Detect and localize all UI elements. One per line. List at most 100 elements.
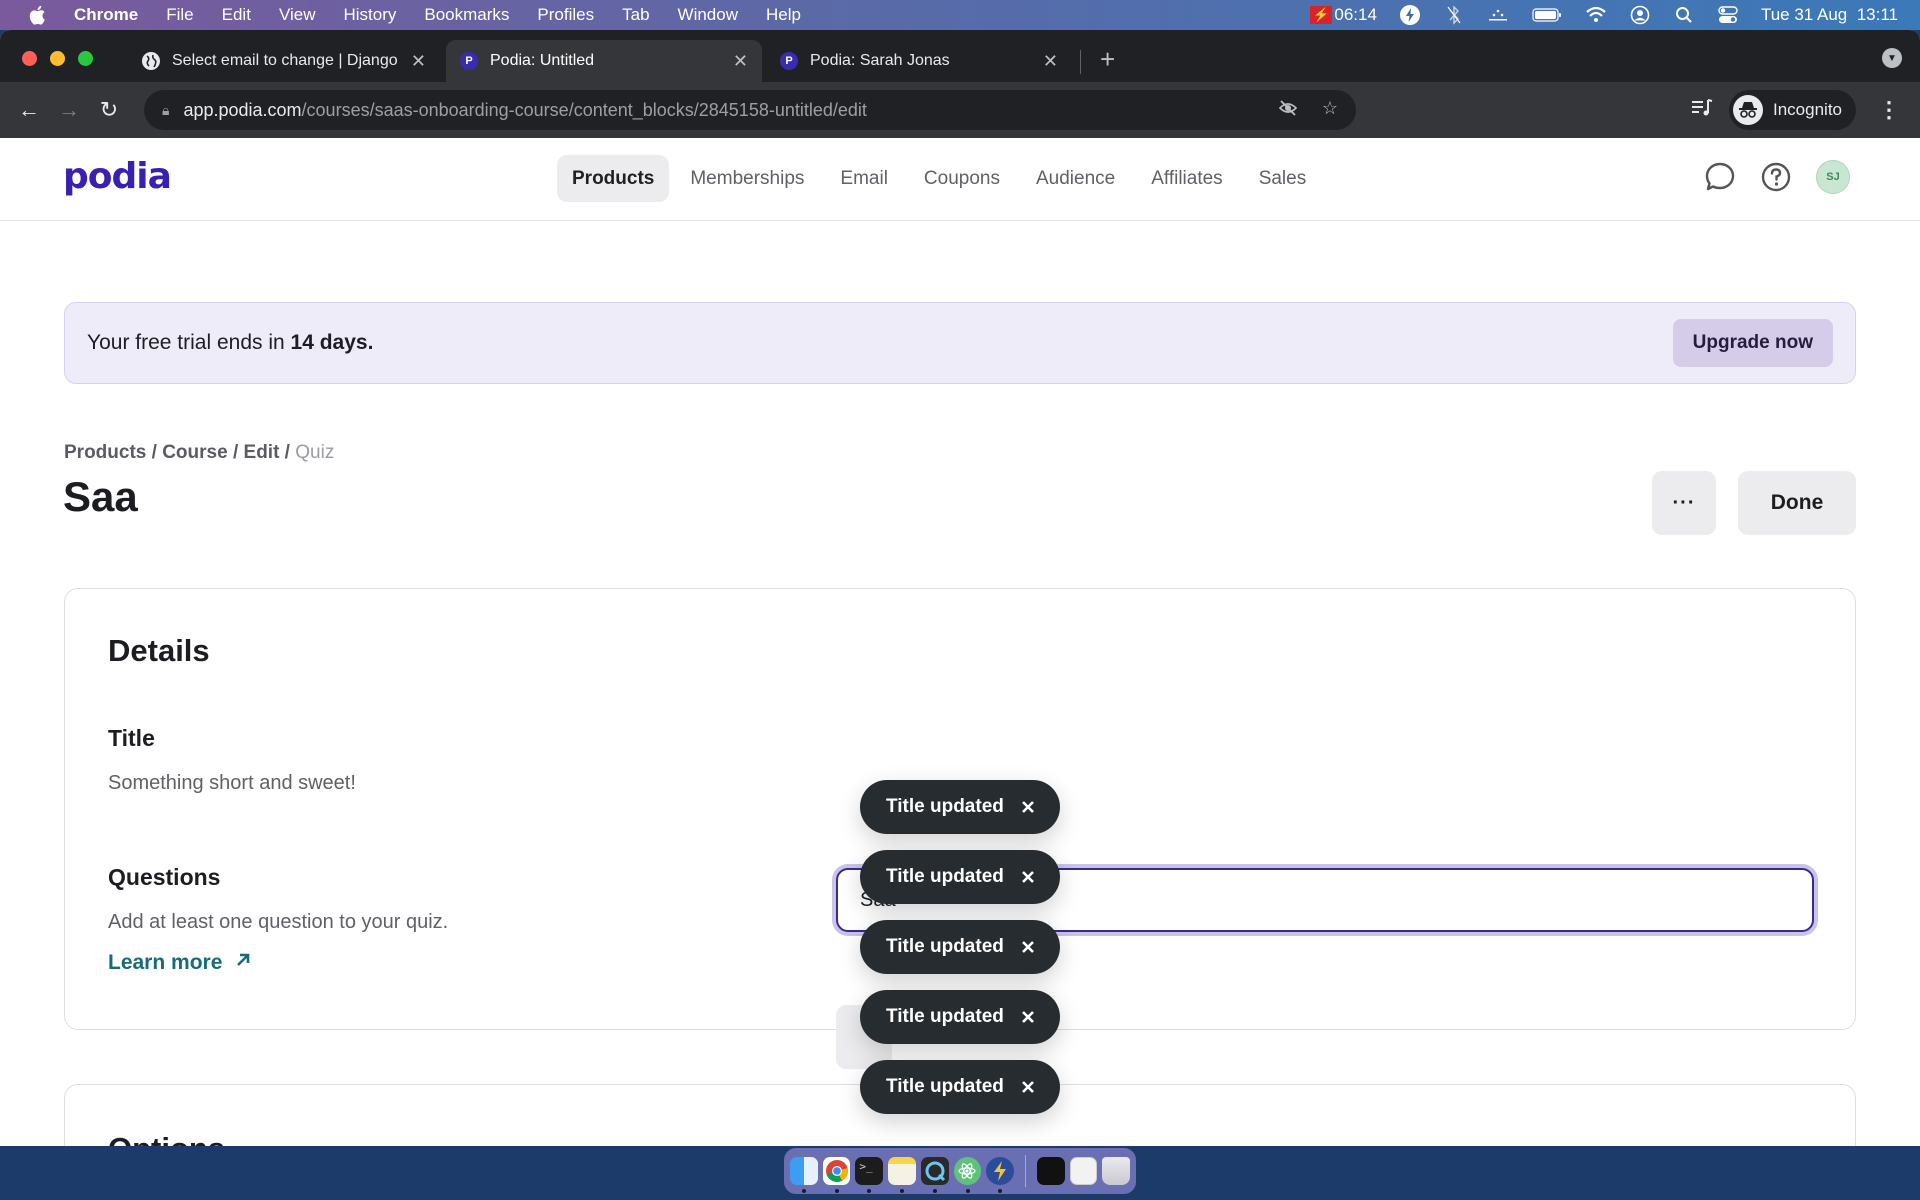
menu-view[interactable]: View: [279, 5, 316, 25]
podia-logo[interactable]: podia: [63, 156, 172, 197]
globe-icon: [142, 52, 160, 70]
browser-tab-podia-untitled[interactable]: P Podia: Untitled ✕: [446, 40, 762, 82]
chrome-icon[interactable]: [822, 1157, 851, 1193]
maximize-window-button[interactable]: [78, 51, 93, 66]
upgrade-now-button[interactable]: Upgrade now: [1672, 319, 1833, 367]
close-icon[interactable]: [1018, 937, 1038, 957]
url-text[interactable]: app.podia.com/courses/saas-onboarding-co…: [183, 100, 866, 121]
nav-audience[interactable]: Audience: [1021, 155, 1130, 202]
more-options-button[interactable]: ···: [1652, 471, 1716, 535]
incognito-icon: [1733, 95, 1763, 125]
nav-products[interactable]: Products: [557, 155, 670, 202]
close-tab-icon[interactable]: ✕: [411, 51, 426, 72]
menu-file[interactable]: File: [166, 5, 193, 25]
chrome-menu-icon[interactable]: ⋮: [1872, 97, 1906, 123]
toast-notification: Title updated: [860, 1060, 1060, 1114]
dots-status-icon[interactable]: [1487, 4, 1509, 26]
app-header: podia Products Memberships Email Coupons…: [0, 138, 1920, 221]
menu-history[interactable]: History: [343, 5, 396, 25]
screen-recording-indicator[interactable]: ⚡ 06:14: [1310, 5, 1377, 25]
breadcrumb-separator: /: [227, 442, 244, 463]
close-icon[interactable]: [1018, 1007, 1038, 1027]
user-switch-icon[interactable]: [1629, 4, 1651, 26]
tab-title: Podia: Untitled: [490, 52, 595, 69]
questions-label: Questions: [108, 864, 221, 890]
new-tab-button[interactable]: +: [1100, 44, 1115, 75]
menu-app-name[interactable]: Chrome: [74, 5, 138, 25]
trash-icon[interactable]: [1102, 1157, 1130, 1185]
breadcrumb-edit[interactable]: Edit: [244, 442, 280, 463]
bookmark-star-icon[interactable]: ☆: [1322, 98, 1338, 123]
toast-text: Title updated: [886, 866, 1004, 887]
close-tab-icon[interactable]: ✕: [733, 51, 748, 72]
trial-prefix: Your free trial ends in: [87, 331, 291, 354]
minimize-window-button[interactable]: [50, 51, 65, 66]
browser-tab-podia-sarah[interactable]: P Podia: Sarah Jonas ✕: [766, 40, 1072, 82]
spotlight-search-icon[interactable]: [1673, 4, 1695, 26]
finder-icon[interactable]: [790, 1157, 818, 1193]
nav-affiliates[interactable]: Affiliates: [1136, 155, 1237, 202]
breadcrumb: Products / Course / Edit / Quiz: [64, 442, 334, 464]
chat-bubble-icon[interactable]: [1704, 161, 1736, 193]
tab-search-icon[interactable]: ▼: [1882, 48, 1902, 68]
options-heading: Options: [108, 1131, 225, 1146]
toast-text: Title updated: [886, 936, 1004, 957]
incognito-profile-button[interactable]: Incognito: [1729, 90, 1856, 130]
terminal-icon[interactable]: >_: [855, 1157, 884, 1193]
forward-button[interactable]: →: [58, 97, 80, 123]
reload-button[interactable]: ↻: [98, 97, 120, 123]
nav-coupons[interactable]: Coupons: [909, 155, 1015, 202]
bolt-icon[interactable]: [1399, 4, 1421, 26]
nav-sales[interactable]: Sales: [1244, 155, 1322, 202]
apple-icon[interactable]: [28, 5, 50, 25]
menu-profiles[interactable]: Profiles: [537, 5, 594, 25]
control-center-icon[interactable]: [1717, 4, 1739, 26]
screenshot-thumbnail-icon[interactable]: [1069, 1157, 1098, 1185]
browser-window: Select email to change | Django ✕ P Podi…: [0, 30, 1920, 1146]
browser-tab-django[interactable]: Select email to change | Django ✕: [128, 40, 440, 82]
nav-memberships[interactable]: Memberships: [675, 155, 819, 202]
lock-icon[interactable]: 🔒︎: [162, 102, 169, 119]
breadcrumb-products[interactable]: Products: [64, 442, 146, 463]
eye-slash-icon[interactable]: [1278, 98, 1298, 123]
details-heading: Details: [108, 633, 210, 668]
screen-recording-thumbnail-icon[interactable]: [1036, 1157, 1065, 1185]
podia-favicon-icon: P: [460, 52, 478, 70]
help-icon[interactable]: [1760, 161, 1792, 193]
menubar-clock[interactable]: Tue 31 Aug 13:11: [1761, 5, 1898, 25]
media-control-icon[interactable]: [1691, 98, 1713, 123]
battery-icon[interactable]: [1531, 4, 1563, 26]
nav-email[interactable]: Email: [825, 155, 903, 202]
tab-strip: Select email to change | Django ✕ P Podi…: [0, 30, 1920, 82]
done-button[interactable]: Done: [1738, 471, 1856, 535]
breadcrumb-course[interactable]: Course: [162, 442, 227, 463]
close-icon[interactable]: [1018, 867, 1038, 887]
page-content: podia Products Memberships Email Coupons…: [0, 138, 1920, 1146]
toast-text: Title updated: [886, 1006, 1004, 1027]
wifi-icon[interactable]: [1585, 4, 1607, 26]
menu-tab[interactable]: Tab: [622, 5, 649, 25]
address-bar[interactable]: 🔒︎ app.podia.com/courses/saas-onboarding…: [144, 90, 1356, 130]
learn-more-link[interactable]: Learn more: [108, 951, 252, 975]
close-icon[interactable]: [1018, 797, 1038, 817]
main-nav: Products Memberships Email Coupons Audie…: [557, 155, 1321, 202]
close-tab-icon[interactable]: ✕: [1043, 51, 1058, 72]
user-avatar[interactable]: SJ: [1816, 160, 1850, 194]
menu-window[interactable]: Window: [678, 5, 738, 25]
reeder-icon[interactable]: [986, 1157, 1014, 1193]
notes-icon[interactable]: [888, 1157, 916, 1193]
menu-bookmarks[interactable]: Bookmarks: [424, 5, 509, 25]
bluetooth-off-icon[interactable]: [1443, 4, 1465, 26]
menu-help[interactable]: Help: [766, 5, 801, 25]
questions-description: Add at least one question to your quiz.: [108, 911, 449, 933]
recording-time: 06:14: [1334, 5, 1377, 24]
close-window-button[interactable]: [22, 51, 37, 66]
back-button[interactable]: ←: [18, 97, 40, 123]
url-path: /courses/saas-onboarding-course/content_…: [301, 99, 867, 120]
incognito-label: Incognito: [1773, 100, 1842, 119]
menu-edit[interactable]: Edit: [222, 5, 251, 25]
browser-toolbar: ← → ↻ 🔒︎ app.podia.com/courses/saas-onbo…: [0, 82, 1920, 138]
quicktime-icon[interactable]: [920, 1157, 949, 1193]
close-icon[interactable]: [1018, 1077, 1038, 1097]
atom-icon[interactable]: [953, 1157, 982, 1193]
